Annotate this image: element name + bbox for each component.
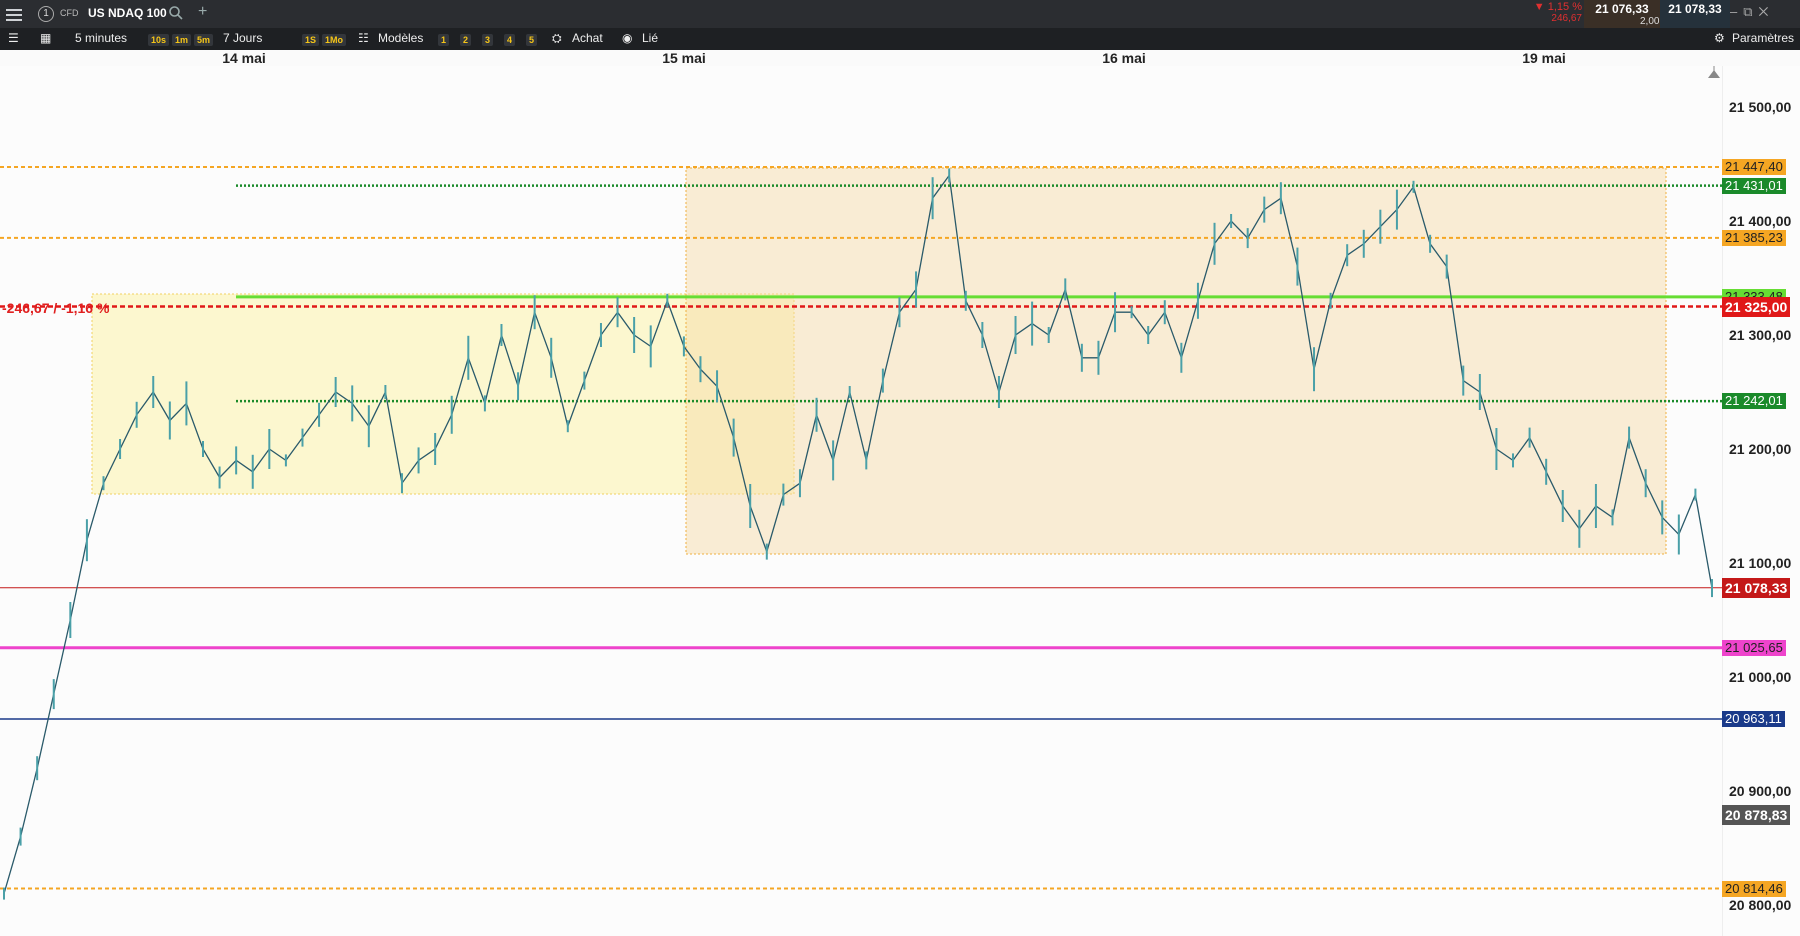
search-icon[interactable]: [168, 5, 184, 21]
drawdown-label: -246,67 / -1,16 %: [2, 300, 110, 316]
price-chart[interactable]: [0, 66, 1722, 936]
layout-4-button[interactable]: 4: [504, 34, 516, 46]
y-tick-20800: 20 800,00: [1729, 897, 1792, 913]
templates-icon[interactable]: ☷: [358, 31, 369, 45]
level-tag-2: 21 385,23: [1722, 229, 1786, 246]
y-tick-21000: 21 000,00: [1729, 669, 1792, 685]
title-bar: 1 CFD US NDAQ 100 + ▼ 1,15 % 246,67 21 0…: [0, 0, 1800, 28]
buy-icon[interactable]: ⛭: [552, 31, 562, 46]
level-tag-5: 21 242,01: [1722, 393, 1786, 410]
y-tick-21300: 21 300,00: [1729, 327, 1792, 343]
settings-icon[interactable]: ⚙: [1714, 31, 1725, 45]
change-percent: ▼ 1,15 %: [1533, 1, 1582, 13]
level-tag-0: 21 447,40: [1722, 158, 1786, 175]
chart-index-icon[interactable]: 1: [38, 6, 54, 22]
level-tag-4: 21 325,00: [1722, 296, 1791, 317]
y-tick-21200: 21 200,00: [1729, 441, 1792, 457]
templates-button[interactable]: Modèles: [378, 31, 423, 45]
linked-icon[interactable]: ◉: [622, 31, 632, 45]
layout-1-button[interactable]: 1: [438, 34, 450, 46]
level-tag-1: 21 431,01: [1722, 177, 1786, 194]
zone-orange[interactable]: [685, 167, 1667, 555]
interval-1m-button[interactable]: 1m: [172, 34, 192, 46]
linked-button[interactable]: Lié: [642, 31, 658, 45]
chart-toolbar: ☰ ▦ 5 minutes 10s 1m 5m 7 Jours 1S 1Mo ☷…: [0, 28, 1800, 50]
hamburger-menu-icon[interactable]: [6, 6, 22, 22]
interval-selector[interactable]: 5 minutes: [75, 31, 127, 45]
interval-5m-button[interactable]: 5m: [194, 34, 214, 46]
add-tab-icon[interactable]: +: [198, 3, 207, 21]
instrument-type-label: CFD: [60, 8, 79, 18]
range-1s-button[interactable]: 1S: [302, 34, 320, 46]
time-axis: 14 mai 15 mai 16 mai 19 mai: [0, 50, 1800, 67]
grid-view-icon[interactable]: ▦: [40, 31, 51, 45]
layout-5-button[interactable]: 5: [526, 34, 538, 46]
layout-2-button[interactable]: 2: [460, 34, 472, 46]
close-icon[interactable]: ✕: [1759, 4, 1775, 19]
y-tick-20900: 20 900,00: [1729, 783, 1792, 799]
y-tick-21100: 21 100,00: [1729, 555, 1792, 571]
range-1mo-button[interactable]: 1Mo: [322, 34, 346, 46]
level-tag-7: 21 025,65: [1722, 639, 1786, 656]
range-selector[interactable]: 7 Jours: [223, 31, 262, 45]
spread-value: 2,00: [1640, 16, 1660, 27]
popout-icon[interactable]: ⧉: [1743, 4, 1758, 19]
y-tick-21500: 21 500,00: [1729, 99, 1792, 115]
x-label-16-mai: 16 mai: [1102, 50, 1146, 66]
interval-10s-button[interactable]: 10s: [148, 34, 170, 46]
window-controls[interactable]: –⧉✕: [1730, 4, 1774, 20]
buy-button[interactable]: Achat: [572, 31, 603, 45]
x-label-19-mai: 19 mai: [1522, 50, 1566, 66]
level-tag-9: 20 878,83: [1722, 805, 1791, 826]
y-tick-21400: 21 400,00: [1729, 213, 1792, 229]
level-tag-8: 20 963,11: [1722, 711, 1785, 728]
instrument-name[interactable]: US NDAQ 100: [88, 6, 167, 20]
layout-3-button[interactable]: 3: [482, 34, 494, 46]
level-tag-10: 20 814,46: [1722, 880, 1786, 897]
settings-button[interactable]: Paramètres: [1732, 31, 1794, 45]
price-change: ▼ 1,15 % 246,67: [1520, 0, 1582, 28]
change-absolute: 246,67: [1551, 13, 1582, 24]
x-label-15-mai: 15 mai: [662, 50, 706, 66]
buy-price-button[interactable]: 21 078,33: [1660, 0, 1730, 28]
x-label-14-mai: 14 mai: [222, 50, 266, 66]
list-view-icon[interactable]: ☰: [8, 31, 19, 45]
level-tag-6: 21 078,33: [1722, 577, 1791, 598]
minimize-icon[interactable]: –: [1730, 4, 1743, 19]
